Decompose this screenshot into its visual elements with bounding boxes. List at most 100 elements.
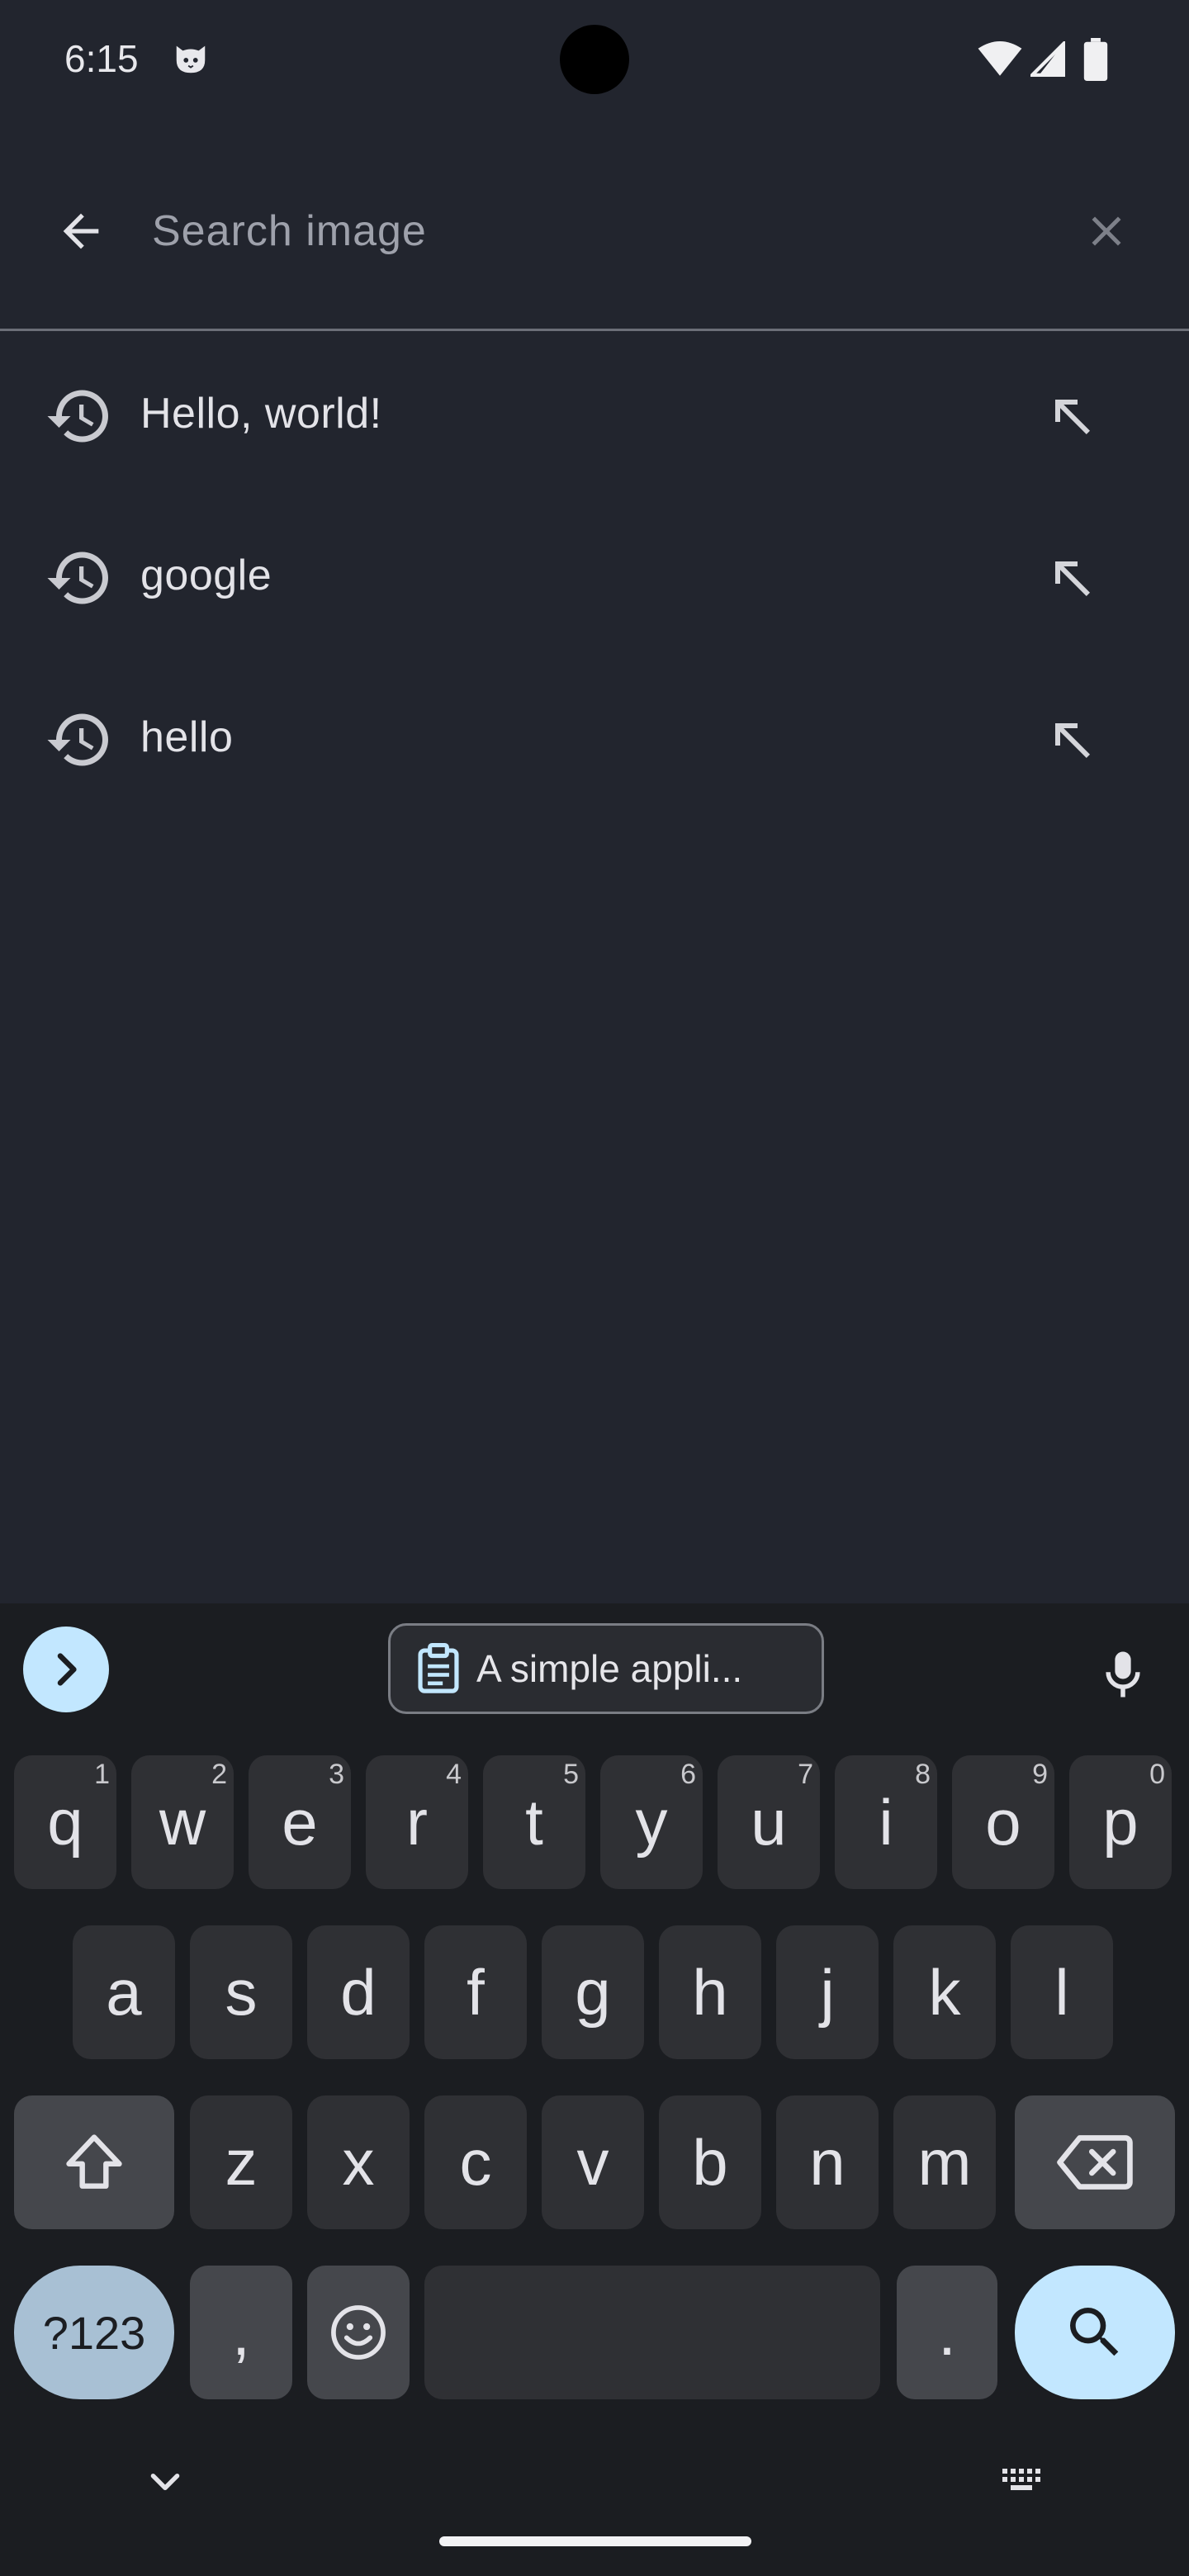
key-label: u [751,1785,787,1859]
key-v[interactable]: v [542,2095,644,2229]
key-hint: 0 [1149,1759,1165,1790]
search-divider [0,329,1189,331]
key-label: k [928,1955,961,2029]
search-action-key[interactable] [1015,2266,1175,2399]
status-bar: 6:15 [0,0,1189,124]
key-d[interactable]: d [307,1925,410,2059]
history-icon [47,390,108,443]
key-label: v [576,2125,609,2199]
key-q[interactable]: q1 [14,1755,116,1889]
cell-signal-icon [1030,41,1065,77]
key-o[interactable]: o9 [952,1755,1054,1889]
history-item[interactable]: hello [0,656,1189,817]
backspace-key[interactable] [1015,2095,1175,2229]
key-label: . [938,2295,956,2369]
shift-key[interactable] [14,2095,174,2229]
hide-keyboard-button[interactable] [139,2455,192,2508]
key-label: w [159,1785,206,1859]
arrow-up-left-icon [1055,723,1090,758]
key-label: p [1102,1785,1139,1859]
key-label: c [459,2125,492,2199]
emoji-icon [331,2305,386,2360]
chevron-down-icon [150,2474,180,2490]
camera-cutout [560,25,629,94]
key-label: b [692,2125,728,2199]
battery-icon [1083,38,1108,81]
key-n[interactable]: n [776,2095,879,2229]
key-j[interactable]: j [776,1925,879,2059]
key-h[interactable]: h [659,1925,761,2059]
key-i[interactable]: i8 [835,1755,937,1889]
search-icon [1070,2308,1119,2356]
key-hint: 8 [915,1759,931,1790]
key-s[interactable]: s [190,1925,292,2059]
key-a[interactable]: a [73,1925,175,2059]
emoji-key[interactable] [307,2266,410,2399]
key-label: z [225,2125,258,2199]
key-label: t [525,1785,543,1859]
clipboard-suggestion-chip[interactable]: A simple appli... [388,1623,824,1714]
key-b[interactable]: b [659,2095,761,2229]
key-z[interactable]: z [190,2095,292,2229]
fill-query-button[interactable] [1035,703,1110,778]
space-key[interactable] [424,2266,880,2399]
key-e[interactable]: e3 [249,1755,351,1889]
key-label: f [467,1955,485,2029]
on-screen-keyboard: A simple appli... q1 w2 e3 r4 t5 y6 u7 i… [0,1603,1189,2576]
fill-query-button[interactable] [1035,542,1110,616]
keyboard-icon [1002,2469,1040,2490]
key-label: o [985,1785,1021,1859]
comma-key[interactable]: , [190,2266,292,2399]
cat-notification-icon [176,45,206,73]
history-item-label: Hello, world! [140,390,382,438]
key-label: e [282,1785,318,1859]
key-m[interactable]: m [893,2095,996,2229]
key-p[interactable]: p0 [1069,1755,1172,1889]
key-hint: 3 [329,1759,344,1790]
history-icon [47,552,108,604]
key-label: d [340,1955,377,2029]
key-label: x [342,2125,375,2199]
clear-button[interactable] [1065,190,1148,272]
key-l[interactable]: l [1011,1925,1113,2059]
backspace-icon [1057,2135,1133,2190]
key-u[interactable]: u7 [718,1755,820,1889]
wifi-icon [978,41,1022,76]
history-item[interactable]: Hello, world! [0,332,1189,494]
arrow-left-icon [63,213,99,249]
home-gesture-bar[interactable] [439,2536,751,2546]
fill-query-button[interactable] [1035,380,1110,454]
history-item[interactable]: google [0,494,1189,656]
key-label: h [692,1955,728,2029]
arrow-up-left-icon [1055,400,1090,434]
symbols-key[interactable]: ?123 [14,2266,174,2399]
key-w[interactable]: w2 [131,1755,234,1889]
key-y[interactable]: y6 [600,1755,703,1889]
key-f[interactable]: f [424,1925,527,2059]
key-label: i [879,1785,893,1859]
key-g[interactable]: g [542,1925,644,2059]
back-button[interactable] [40,190,122,272]
key-k[interactable]: k [893,1925,996,2059]
key-hint: 4 [446,1759,462,1790]
history-item-label: hello [140,713,234,761]
key-hint: 7 [798,1759,813,1790]
clipboard-chip-text: A simple appli... [476,1647,743,1690]
key-label: n [809,2125,846,2199]
key-x[interactable]: x [307,2095,410,2229]
key-hint: 6 [680,1759,696,1790]
period-key[interactable]: . [897,2266,997,2399]
key-hint: 1 [94,1759,110,1790]
key-label: g [575,1955,611,2029]
key-label: l [1054,1955,1069,2029]
clipboard-icon [418,1643,459,1693]
chevron-right-icon [57,1653,77,1686]
key-r[interactable]: r4 [366,1755,468,1889]
key-t[interactable]: t5 [483,1755,585,1889]
voice-input-button[interactable] [1083,1635,1163,1714]
key-c[interactable]: c [424,2095,527,2229]
switch-keyboard-button[interactable] [997,2455,1050,2508]
search-input[interactable] [152,190,1027,272]
key-hint: 5 [563,1759,579,1790]
keyboard-toolbar-expand-button[interactable] [23,1627,109,1712]
